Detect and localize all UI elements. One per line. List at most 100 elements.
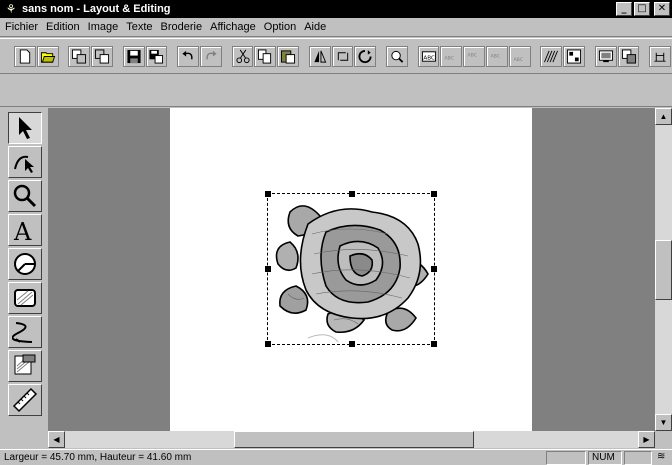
new-icon [19,48,31,64]
hoop-button[interactable] [649,45,672,67]
paste-button[interactable] [277,45,299,67]
rose-embroidery-image [275,205,429,343]
rotate-button[interactable] [331,45,354,67]
svg-text:ABC: ABC [423,55,435,61]
text-vertical-icon: ABC [468,52,478,58]
resize-grip-icon[interactable]: ≋ [654,451,670,465]
stitch-pattern-button[interactable] [540,45,563,67]
resize-handle-nw[interactable] [265,191,271,197]
select-tool[interactable] [8,112,42,144]
resize-handle-se[interactable] [431,341,437,347]
selected-design[interactable] [265,191,437,347]
minimize-button[interactable]: _ [616,2,632,16]
text-vertical-button[interactable]: ABC [463,45,486,67]
rectangle-tool-icon [14,289,36,307]
design-workspace[interactable] [48,108,655,431]
resize-handle-s[interactable] [349,341,355,347]
transfer-button[interactable] [617,45,640,67]
shape-tool[interactable] [8,248,42,280]
copy-icon [258,48,272,64]
close-button[interactable]: ✕ [654,2,670,16]
embroidery-tool[interactable] [8,350,42,382]
vertical-scrollbar[interactable]: ▲ ▼ [655,108,672,431]
menu-texte[interactable]: Texte [123,21,157,33]
svg-text:A: A [13,218,32,243]
new-button[interactable] [14,45,36,67]
property-band [0,75,672,107]
resize-handle-e[interactable] [431,266,437,272]
text-tool[interactable]: A [8,214,42,246]
menu-broderie[interactable]: Broderie [158,21,208,33]
text-arc-button[interactable]: ABC [440,45,463,67]
menu-affichage[interactable]: Affichage [207,21,261,33]
rotate-free-button[interactable] [354,45,377,67]
scroll-left-button[interactable]: ◀ [48,431,65,448]
horizontal-scroll-thumb[interactable] [234,431,474,448]
text-abc-icon: ABC [421,50,436,62]
menu-bar: Fichier Edition Image Texte Broderie Aff… [0,18,672,37]
app-icon: ⚘ [5,2,17,16]
vertical-scroll-thumb[interactable] [655,240,672,300]
point-edit-icon [14,155,34,173]
resize-handle-n[interactable] [349,191,355,197]
menu-fichier[interactable]: Fichier [2,21,43,33]
toolbar: ABC ABC ABC ABC ABC [0,38,672,74]
line-tool-icon [12,322,33,343]
tool-palette: A [4,110,48,430]
stitch-area-button[interactable] [563,45,585,67]
undo-button[interactable] [177,45,200,67]
rectangle-tool[interactable] [8,282,42,314]
menu-image[interactable]: Image [85,21,124,33]
cut-button[interactable] [231,45,254,67]
text-baseline-icon: ABC [513,57,523,63]
svg-text:ABC: ABC [513,57,523,63]
ruler-tool[interactable] [8,384,42,416]
open-button[interactable] [36,45,59,67]
scroll-down-button[interactable]: ▼ [655,414,672,431]
mirror-icon [314,50,327,63]
import-image-icon [95,48,110,64]
import-image-button[interactable] [91,45,113,67]
menu-aide[interactable]: Aide [301,21,331,33]
hoop-page[interactable] [170,108,532,431]
copy-button[interactable] [254,45,277,67]
mirror-button[interactable] [308,45,331,67]
monitor-icon [598,49,613,62]
menu-edition[interactable]: Edition [43,21,85,33]
save-button[interactable] [122,45,145,67]
text-arc-icon: ABC [445,55,455,61]
status-num: NUM [588,450,622,465]
save-as-icon [149,49,164,64]
status-cell-empty [546,450,586,465]
scroll-right-button[interactable]: ▶ [638,431,655,448]
maximize-button[interactable]: □ [634,2,650,16]
resize-handle-ne[interactable] [431,191,437,197]
shape-tool-icon [14,253,36,275]
text-abc-button[interactable]: ABC [417,45,440,67]
zoom-button[interactable] [386,45,408,67]
save-icon [127,49,141,63]
scroll-up-button[interactable]: ▲ [655,108,672,125]
text-skew-button[interactable]: ABC [486,45,508,67]
save-as-button[interactable] [145,45,168,67]
redo-button[interactable] [200,45,222,67]
zoom-icon [391,50,404,63]
cut-icon [236,49,250,63]
text-baseline-button[interactable]: ABC [508,45,531,67]
monitor-button[interactable] [594,45,617,67]
menu-option[interactable]: Option [261,21,301,33]
horizontal-scrollbar[interactable]: ◀ ▶ [48,431,655,448]
import-button[interactable] [68,45,91,67]
point-edit-tool[interactable] [8,146,42,178]
status-bar: Largeur = 45.70 mm, Hauteur = 41.60 mm N… [0,449,672,465]
import-icon [72,48,87,64]
resize-handle-sw[interactable] [265,341,271,347]
svg-text:ABC: ABC [468,52,478,58]
line-tool[interactable] [8,316,42,348]
undo-icon [182,50,193,59]
zoom-tool[interactable] [8,180,42,212]
stitch-pattern-icon [544,50,559,62]
resize-handle-w[interactable] [265,266,271,272]
status-cell-scroll [624,450,652,465]
title-bar: ⚘ sans nom - Layout & Editing _ □ ✕ [0,0,672,18]
